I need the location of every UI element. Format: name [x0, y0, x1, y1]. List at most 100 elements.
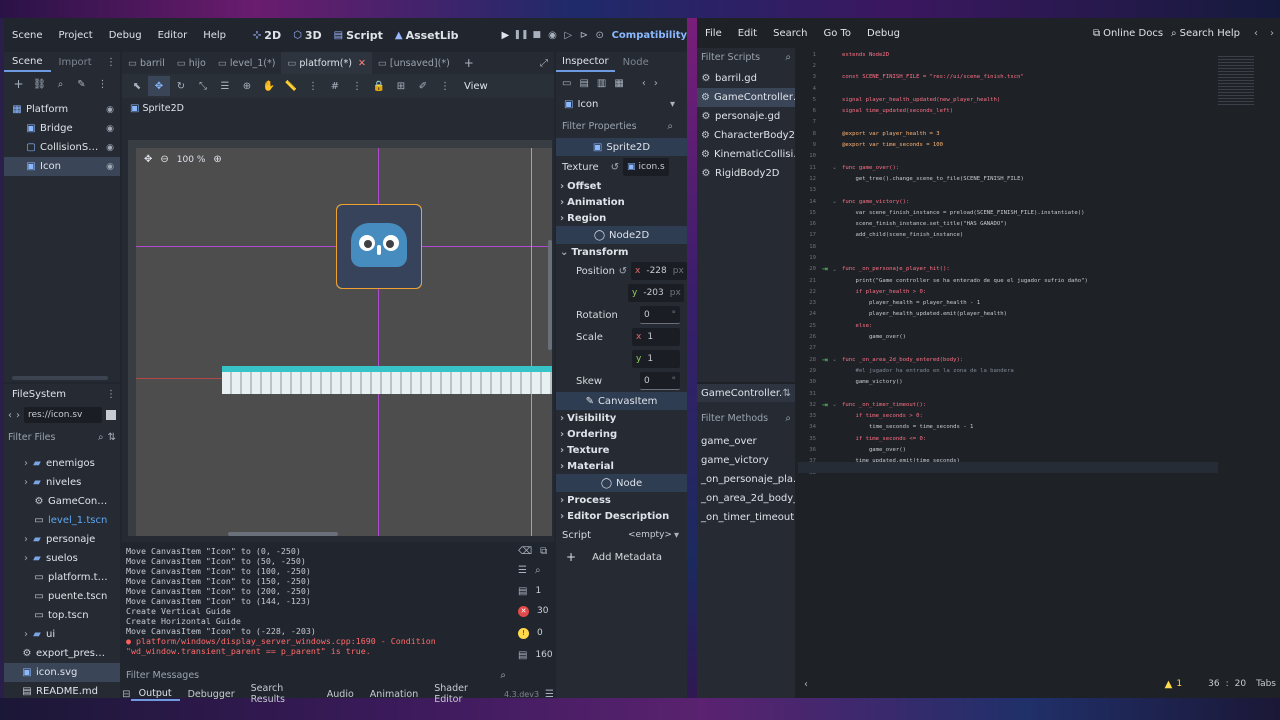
filesystem-path-input[interactable]: res://icon.sv — [24, 407, 102, 423]
copy-icon[interactable]: ⧉ — [540, 546, 547, 557]
fold-arrow-icon[interactable]: ⌄ — [832, 164, 842, 171]
skeleton-options-icon[interactable]: ⋮ — [434, 81, 456, 92]
log-count[interactable]: ▤ 1 — [510, 582, 554, 600]
code-line[interactable]: 4 — [798, 83, 1280, 94]
code-minimap[interactable] — [1218, 56, 1254, 106]
visibility-eye-icon[interactable]: ◉ — [106, 124, 114, 134]
history-back-icon[interactable]: ‹ — [642, 78, 646, 89]
code-line[interactable]: 16 scene_finish_instance.set_title("HAS … — [798, 218, 1280, 229]
collapse-icon[interactable]: ☰ — [518, 565, 527, 576]
code-editor[interactable]: 1 extends Node2D 2 3 const SCENE_FINISH_FILE… — [798, 48, 1280, 668]
scene-tab[interactable]: ▭ platform(*) ✕ — [281, 52, 372, 74]
warnings-indicator[interactable]: ▲ 1 — [1165, 679, 1182, 690]
code-line[interactable]: 17 add_child(scene_finish_instance) — [798, 230, 1280, 241]
view-menu[interactable]: View — [464, 81, 488, 92]
filesystem-item[interactable]: ▭ top.tscn — [4, 606, 120, 625]
indentation-mode[interactable]: Tabs — [1256, 679, 1276, 689]
filesystem-item[interactable]: › ▰ ui — [4, 625, 120, 644]
code-line[interactable]: 7 — [798, 117, 1280, 128]
filesystem-item[interactable]: › ▰ enemigos — [4, 454, 120, 473]
code-line[interactable]: 9 @export var time_seconds = 100 — [798, 139, 1280, 150]
layout-icon[interactable]: ⊟ — [122, 689, 131, 700]
section-editor-description[interactable]: › Editor Description — [556, 508, 687, 524]
chevron-left-icon[interactable]: ‹ — [1248, 28, 1264, 39]
menu-edit[interactable]: Edit — [730, 28, 765, 39]
revert-icon[interactable]: ↺ — [619, 266, 627, 277]
mode-script-button[interactable]: ▤ Script — [328, 29, 389, 42]
canvas-vscrollbar[interactable] — [548, 240, 552, 350]
script-attach-icon[interactable]: ✎ — [71, 79, 92, 90]
script-list-item[interactable]: ⚙ barril.gd — [697, 69, 795, 88]
sort-icon[interactable]: ⇅ — [108, 432, 116, 443]
code-line[interactable]: 32 ⇥ ⌄ func _on_timer_timeout(): — [798, 399, 1280, 410]
code-line[interactable]: 22 if player_health > 0: — [798, 286, 1280, 297]
section-transform[interactable]: ⌄ Transform — [556, 244, 687, 260]
lock-icon[interactable]: 🔒 — [368, 81, 390, 92]
scale-tool-icon[interactable]: ⤡ — [192, 81, 214, 92]
center-view-icon[interactable]: ✥ — [144, 154, 152, 165]
visibility-eye-icon[interactable]: ◉ — [106, 143, 114, 153]
search-icon[interactable]: ⌕ — [50, 79, 71, 90]
position-x-field[interactable]: x -228 px — [631, 262, 687, 280]
script-list-item[interactable]: ⚙ personaje.gd — [697, 107, 795, 126]
bone-icon[interactable]: ✐ — [412, 81, 434, 92]
filesystem-item[interactable]: ⚙ GameCon… — [4, 492, 120, 511]
online-docs-button[interactable]: ⧉ Online Docs — [1093, 28, 1171, 39]
method-list-item[interactable]: game_victory — [697, 451, 795, 470]
code-line[interactable]: 30 game_victory() — [798, 377, 1280, 388]
skew-field[interactable]: 0 ° — [640, 372, 680, 390]
code-line[interactable]: 21 print("Game controller se ha enterado… — [798, 275, 1280, 286]
tab-search-results[interactable]: Search Results — [243, 683, 319, 705]
code-line[interactable]: 19 — [798, 252, 1280, 263]
code-line[interactable]: 8 @export var player_health = 3 — [798, 128, 1280, 139]
zoom-out-icon[interactable]: ⊖ — [160, 154, 168, 165]
filesystem-item[interactable]: ▣ icon.svg — [4, 663, 120, 682]
more-icon[interactable]: ⋮ — [92, 79, 113, 90]
filesystem-item[interactable]: ▭ level_1.tscn — [4, 511, 120, 530]
play-scene-icon[interactable]: ▷ — [560, 30, 576, 41]
error-count[interactable]: ✕ 30 — [510, 600, 554, 622]
filesystem-filter-input[interactable]: Filter Files — [8, 432, 94, 443]
add-metadata-button[interactable]: + Add Metadata — [556, 546, 687, 568]
method-list-item[interactable]: _on_personaje_pla… — [697, 470, 795, 489]
scene-tree-item[interactable]: ▣ Bridge ◉ — [4, 119, 120, 138]
script-list-item[interactable]: ⚙ RigidBody2D — [697, 164, 795, 183]
selectable-list-icon[interactable]: ☰ — [214, 81, 236, 92]
scene-tab[interactable]: ▭ level_1(*) — [212, 52, 282, 74]
code-line[interactable]: 15 var scene_finish_instance = preload(S… — [798, 207, 1280, 218]
platform-tiles[interactable] — [222, 366, 552, 394]
menu-debug[interactable]: Debug — [859, 28, 908, 39]
tab-scene[interactable]: Scene — [4, 52, 51, 72]
code-line[interactable]: 26 game_over() — [798, 331, 1280, 342]
code-line[interactable]: 36 game_over() — [798, 444, 1280, 455]
menu-editor[interactable]: Editor — [150, 30, 196, 41]
code-line[interactable]: 31 — [798, 388, 1280, 399]
split-icon[interactable] — [106, 410, 116, 420]
section-offset[interactable]: › Offset — [556, 178, 687, 194]
info-count[interactable]: ▤ 160 — [510, 644, 554, 666]
tab-animation[interactable]: Animation — [362, 689, 426, 700]
fold-arrow-icon[interactable]: ⌄ — [832, 266, 842, 273]
visibility-eye-icon[interactable]: ◉ — [106, 162, 114, 172]
scene-tree-item[interactable]: ▦ Platform ◉ — [4, 100, 120, 119]
play-icon[interactable]: ▶ — [497, 30, 513, 41]
script-list-item[interactable]: ⚙ KinematicCollisi… — [697, 145, 795, 164]
code-line[interactable]: 6 signal time_updated(seconds_left) — [798, 105, 1280, 116]
new-resource-icon[interactable]: ▭ — [562, 78, 571, 89]
position-y-field[interactable]: y -203 px — [628, 284, 684, 302]
code-line[interactable]: 27 — [798, 343, 1280, 354]
section-texture[interactable]: › Texture — [556, 442, 687, 458]
link-icon[interactable]: ⛓ — [29, 79, 50, 90]
section-visibility[interactable]: › Visibility — [556, 410, 687, 426]
script-list-item[interactable]: ⚙ CharacterBody2D — [697, 126, 795, 145]
code-line[interactable]: 13 — [798, 185, 1280, 196]
group-icon[interactable]: ⊞ — [390, 81, 412, 92]
forward-icon[interactable]: › — [16, 410, 20, 421]
code-line[interactable]: 12 get_tree().change_scene_to_file(SCENE… — [798, 173, 1280, 184]
new-tab-icon[interactable]: + — [464, 56, 474, 70]
zoom-level[interactable]: 100 % — [177, 155, 206, 165]
open-resource-icon[interactable]: ▤ — [579, 78, 588, 89]
filesystem-item[interactable]: › ▰ suelos — [4, 549, 120, 568]
scene-tab[interactable]: ▭ [unsaved](*) — [372, 52, 456, 74]
tab-audio[interactable]: Audio — [319, 689, 362, 700]
